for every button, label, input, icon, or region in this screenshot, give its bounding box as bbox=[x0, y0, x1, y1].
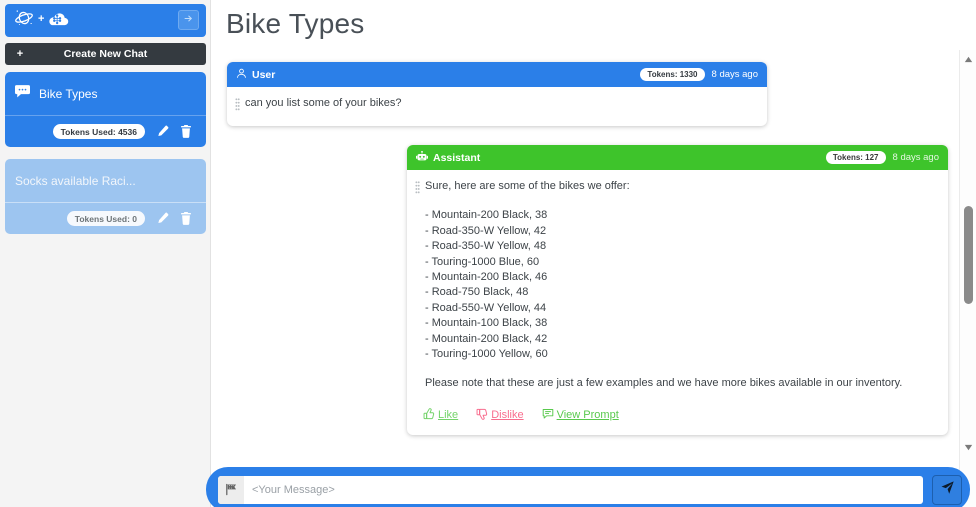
bike-list-item: - Mountain-100 Black, 38 bbox=[425, 317, 548, 330]
arrow-right-icon bbox=[183, 11, 194, 29]
thumbs-up-icon bbox=[423, 408, 435, 423]
page-title: Bike Types bbox=[226, 8, 365, 39]
view-prompt-button[interactable]: View Prompt bbox=[542, 408, 619, 423]
chat-item-title: Socks available Raci... bbox=[15, 173, 136, 188]
chat-item-header: Socks available Raci... bbox=[5, 159, 206, 202]
bike-list-item: - Touring-1000 Yellow, 60 bbox=[425, 348, 548, 361]
like-label: Like bbox=[438, 409, 459, 422]
pencil-icon[interactable] bbox=[156, 125, 169, 138]
logo-plus-label: + bbox=[38, 12, 45, 25]
robot-icon bbox=[416, 150, 428, 165]
pencil-icon[interactable] bbox=[156, 212, 169, 225]
scroll-up-arrow-icon[interactable] bbox=[960, 52, 976, 67]
message-header: User Tokens: 1330 8 days ago bbox=[227, 62, 767, 87]
create-new-chat-label: Create New Chat bbox=[63, 48, 148, 60]
sidebar-header: + bbox=[5, 4, 206, 37]
sidebar-collapse-button[interactable] bbox=[178, 10, 199, 30]
message-timestamp: 8 days ago bbox=[711, 69, 758, 80]
message-meta: Tokens: 127 8 days ago bbox=[825, 151, 939, 164]
send-icon bbox=[940, 480, 955, 500]
message-meta: Tokens: 1330 8 days ago bbox=[640, 68, 758, 81]
sidebar-chat-item-socks[interactable]: Socks available Raci... Tokens Used: 0 bbox=[5, 159, 206, 234]
message-text: can you list some of your bikes? bbox=[245, 97, 402, 109]
composer-area bbox=[206, 464, 976, 507]
bike-list-item: - Touring-1000 Blue, 60 bbox=[425, 255, 540, 268]
create-new-chat-button[interactable]: + Create New Chat bbox=[5, 43, 206, 65]
chat-item-title: Bike Types bbox=[39, 86, 98, 101]
bike-list-item: - Road-350-W Yellow, 48 bbox=[425, 240, 547, 253]
bike-list-item: - Road-550-W Yellow, 44 bbox=[425, 301, 547, 314]
message-intro-text: Sure, here are some of the bikes we offe… bbox=[425, 180, 630, 192]
tokens-used-badge: Tokens Used: 0 bbox=[66, 211, 145, 226]
user-icon bbox=[236, 68, 247, 82]
dislike-label: Dislike bbox=[491, 409, 524, 422]
bike-list-item: - Road-750 Black, 48 bbox=[425, 286, 529, 299]
vertical-scrollbar[interactable] bbox=[959, 50, 976, 507]
message-body: can you list some of your bikes? bbox=[227, 87, 767, 126]
drag-handle-icon[interactable] bbox=[415, 179, 420, 199]
flag-icon bbox=[218, 475, 244, 504]
sidebar: + + Create New Chat Bike Types Tokens Us… bbox=[0, 0, 211, 507]
message-user: User Tokens: 1330 8 days ago can you lis… bbox=[227, 62, 767, 126]
chat-item-header: Bike Types bbox=[5, 72, 206, 115]
message-thread: User Tokens: 1330 8 days ago can you lis… bbox=[211, 50, 959, 454]
like-button[interactable]: Like bbox=[423, 408, 458, 423]
trash-icon[interactable] bbox=[180, 125, 192, 138]
search-input[interactable] bbox=[244, 475, 923, 504]
scroll-down-arrow-icon[interactable] bbox=[960, 440, 976, 455]
tokens-badge: Tokens: 127 bbox=[825, 151, 886, 164]
dislike-button[interactable]: Dislike bbox=[476, 408, 524, 423]
send-button[interactable] bbox=[932, 474, 962, 505]
bike-list-item: - Mountain-200 Black, 46 bbox=[425, 271, 548, 284]
message-role-label: Assistant bbox=[433, 151, 481, 164]
comment-icon bbox=[542, 408, 554, 423]
app-root: + + Create New Chat Bike Types Tokens Us… bbox=[0, 0, 976, 507]
message-closing-note: Please note that these are just a few ex… bbox=[425, 377, 903, 390]
view-prompt-label: View Prompt bbox=[556, 409, 619, 422]
bike-list-item: - Mountain-200 Black, 38 bbox=[425, 209, 548, 222]
drag-handle-icon[interactable] bbox=[235, 96, 240, 116]
message-input-wrapper[interactable] bbox=[218, 475, 923, 504]
bike-list: - Mountain-200 Black, 38 - Road-350-W Ye… bbox=[425, 208, 938, 362]
message-assistant: Assistant Tokens: 127 8 days ago Sure, h… bbox=[407, 145, 948, 435]
trash-icon[interactable] bbox=[180, 212, 192, 225]
message-actions: Like Dislike View Prompt bbox=[423, 408, 938, 423]
message-role: Assistant bbox=[416, 150, 481, 165]
thumbs-down-icon bbox=[476, 408, 488, 423]
message-body: Sure, here are some of the bikes we offe… bbox=[407, 170, 948, 435]
sidebar-chat-item-bike-types[interactable]: Bike Types Tokens Used: 4536 bbox=[5, 72, 206, 147]
chat-item-footer: Tokens Used: 0 bbox=[5, 203, 206, 234]
message-role-label: User bbox=[252, 68, 276, 81]
scrollbar-thumb[interactable] bbox=[964, 206, 973, 304]
message-header: Assistant Tokens: 127 8 days ago bbox=[407, 145, 948, 170]
chat-bubble-icon bbox=[15, 84, 30, 103]
cloud-brain-icon bbox=[47, 10, 69, 32]
tokens-badge: Tokens: 1330 bbox=[640, 68, 705, 81]
tokens-used-badge: Tokens Used: 4536 bbox=[52, 124, 145, 139]
bike-list-item: - Road-350-W Yellow, 42 bbox=[425, 224, 547, 237]
chat-item-footer: Tokens Used: 4536 bbox=[5, 116, 206, 147]
plus-icon: + bbox=[16, 48, 24, 60]
composer-bar bbox=[206, 467, 970, 507]
main-panel: Bike Types User Tokens: 1330 8 days ago … bbox=[211, 0, 976, 507]
galaxy-icon bbox=[13, 7, 35, 34]
message-timestamp: 8 days ago bbox=[892, 152, 939, 163]
bike-list-item: - Mountain-200 Black, 42 bbox=[425, 332, 548, 345]
message-role: User bbox=[236, 68, 275, 82]
app-logo: + bbox=[13, 7, 69, 34]
